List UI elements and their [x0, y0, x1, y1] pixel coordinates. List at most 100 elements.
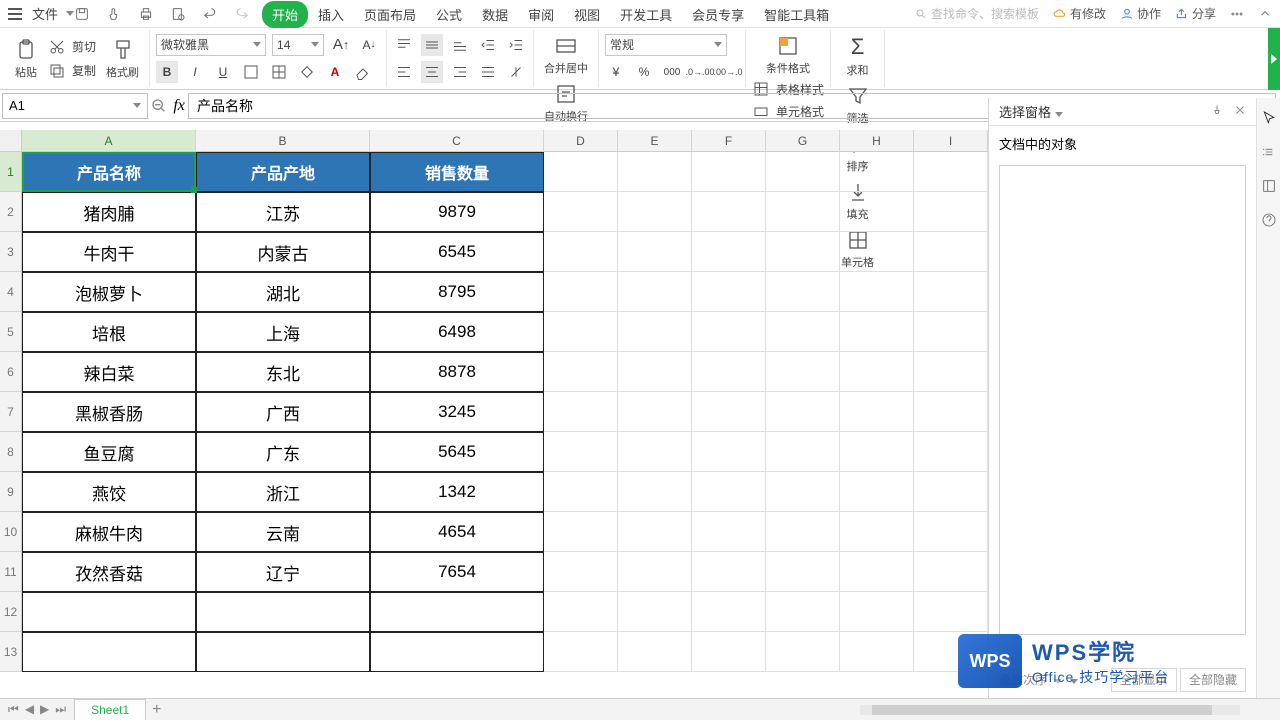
cell-F13[interactable] [692, 632, 766, 672]
font-color-button[interactable]: A [324, 61, 346, 83]
merge-button[interactable]: 合并居中 [540, 32, 592, 78]
orientation-button[interactable] [505, 61, 527, 83]
cursor-icon[interactable] [1261, 110, 1277, 126]
increase-indent-button[interactable] [505, 34, 527, 56]
cell-E7[interactable] [618, 392, 692, 432]
cell-B1[interactable]: 产品产地 [196, 152, 370, 192]
tab-review[interactable]: 审阅 [518, 1, 564, 28]
cell-C8[interactable]: 5645 [370, 432, 544, 472]
cell-E6[interactable] [618, 352, 692, 392]
fill-color-button[interactable] [296, 61, 318, 83]
cell-F4[interactable] [692, 272, 766, 312]
cut-button[interactable]: 剪切 [48, 38, 96, 56]
col-header-D[interactable]: D [544, 130, 618, 152]
cell-G3[interactable] [766, 232, 840, 272]
row-header-7[interactable]: 7 [0, 392, 22, 432]
row-header-3[interactable]: 3 [0, 232, 22, 272]
row-header-11[interactable]: 11 [0, 552, 22, 592]
grid[interactable]: 产品名称产品产地销售数量猪肉脯江苏9879牛肉干内蒙古6545泡椒萝卜湖北879… [22, 152, 988, 672]
cell-B7[interactable]: 广西 [196, 392, 370, 432]
cell-G2[interactable] [766, 192, 840, 232]
command-search[interactable]: 查找命令、搜索模板 [915, 5, 1039, 22]
row-header-8[interactable]: 8 [0, 432, 22, 472]
sheet-tab-sheet1[interactable]: Sheet1 [74, 699, 146, 720]
cell-F2[interactable] [692, 192, 766, 232]
cell-H10[interactable] [840, 512, 914, 552]
print-preview-icon[interactable] [170, 6, 186, 22]
align-middle-button[interactable] [421, 34, 443, 56]
cell-H5[interactable] [840, 312, 914, 352]
incdec-button[interactable]: .0→.00 [689, 61, 711, 83]
col-header-I[interactable]: I [914, 130, 988, 152]
redo-icon[interactable] [234, 6, 250, 22]
cell-E11[interactable] [618, 552, 692, 592]
cell-F9[interactable] [692, 472, 766, 512]
cell-E5[interactable] [618, 312, 692, 352]
cell-I4[interactable] [914, 272, 988, 312]
cell-H3[interactable] [840, 232, 914, 272]
cell-I10[interactable] [914, 512, 988, 552]
cell-H12[interactable] [840, 592, 914, 632]
cell-H6[interactable] [840, 352, 914, 392]
comma-button[interactable]: 000 [661, 61, 683, 83]
cell-E10[interactable] [618, 512, 692, 552]
cell-A11[interactable]: 孜然香菇 [22, 552, 196, 592]
currency-button[interactable]: ¥ [605, 61, 627, 83]
cell-I3[interactable] [914, 232, 988, 272]
clear-format-button[interactable] [352, 61, 374, 83]
cell-A1[interactable]: 产品名称 [22, 152, 196, 192]
border-button[interactable] [240, 61, 262, 83]
cell-G7[interactable] [766, 392, 840, 432]
prev-sheet-button[interactable]: ◀ [25, 702, 34, 717]
zoom-out-icon[interactable] [151, 98, 167, 114]
help-icon[interactable] [1261, 212, 1277, 228]
cell-H9[interactable] [840, 472, 914, 512]
ribbon-expand-button[interactable] [1268, 28, 1280, 90]
first-sheet-button[interactable]: ⏮ [8, 702, 19, 717]
increase-font-button[interactable]: A↑ [330, 34, 352, 56]
cell-D6[interactable] [544, 352, 618, 392]
cell-E12[interactable] [618, 592, 692, 632]
cell-E3[interactable] [618, 232, 692, 272]
cell-H13[interactable] [840, 632, 914, 672]
cell-H8[interactable] [840, 432, 914, 472]
cell-G10[interactable] [766, 512, 840, 552]
font-name-select[interactable]: 微软雅黑 [156, 34, 266, 56]
cell-F3[interactable] [692, 232, 766, 272]
cell-H7[interactable] [840, 392, 914, 432]
cell-C6[interactable]: 8878 [370, 352, 544, 392]
cell-H11[interactable] [840, 552, 914, 592]
cell-D3[interactable] [544, 232, 618, 272]
add-sheet-button[interactable]: + [152, 701, 161, 719]
cell-F6[interactable] [692, 352, 766, 392]
hscrollbar[interactable] [860, 705, 1240, 715]
settings-icon[interactable] [1261, 144, 1277, 160]
cell-D4[interactable] [544, 272, 618, 312]
cell-F7[interactable] [692, 392, 766, 432]
tab-insert[interactable]: 插入 [308, 1, 354, 28]
cell-C3[interactable]: 6545 [370, 232, 544, 272]
collapse-ribbon-icon[interactable] [1258, 7, 1272, 21]
tab-formula[interactable]: 公式 [426, 1, 472, 28]
col-header-F[interactable]: F [692, 130, 766, 152]
cond-format-button[interactable]: 条件格式 [752, 32, 824, 78]
cell-B2[interactable]: 江苏 [196, 192, 370, 232]
share-button[interactable]: 分享 [1175, 5, 1216, 22]
cell-F10[interactable] [692, 512, 766, 552]
sync-status[interactable]: 有修改 [1053, 5, 1106, 22]
select-all-corner[interactable] [0, 130, 22, 152]
tab-data[interactable]: 数据 [472, 1, 518, 28]
tab-aitools[interactable]: 智能工具箱 [754, 1, 839, 28]
fx-icon[interactable]: fx [173, 97, 185, 115]
sum-button[interactable]: Σ求和 [837, 32, 878, 80]
cell-D9[interactable] [544, 472, 618, 512]
decrease-font-button[interactable]: A↓ [358, 34, 380, 56]
cell-A10[interactable]: 麻椒牛肉 [22, 512, 196, 552]
paste-button[interactable]: 粘贴 [10, 36, 42, 82]
pin-icon[interactable] [1211, 104, 1223, 116]
cell-C11[interactable]: 7654 [370, 552, 544, 592]
cell-I12[interactable] [914, 592, 988, 632]
align-top-button[interactable] [393, 34, 415, 56]
cell-G6[interactable] [766, 352, 840, 392]
cell-I7[interactable] [914, 392, 988, 432]
